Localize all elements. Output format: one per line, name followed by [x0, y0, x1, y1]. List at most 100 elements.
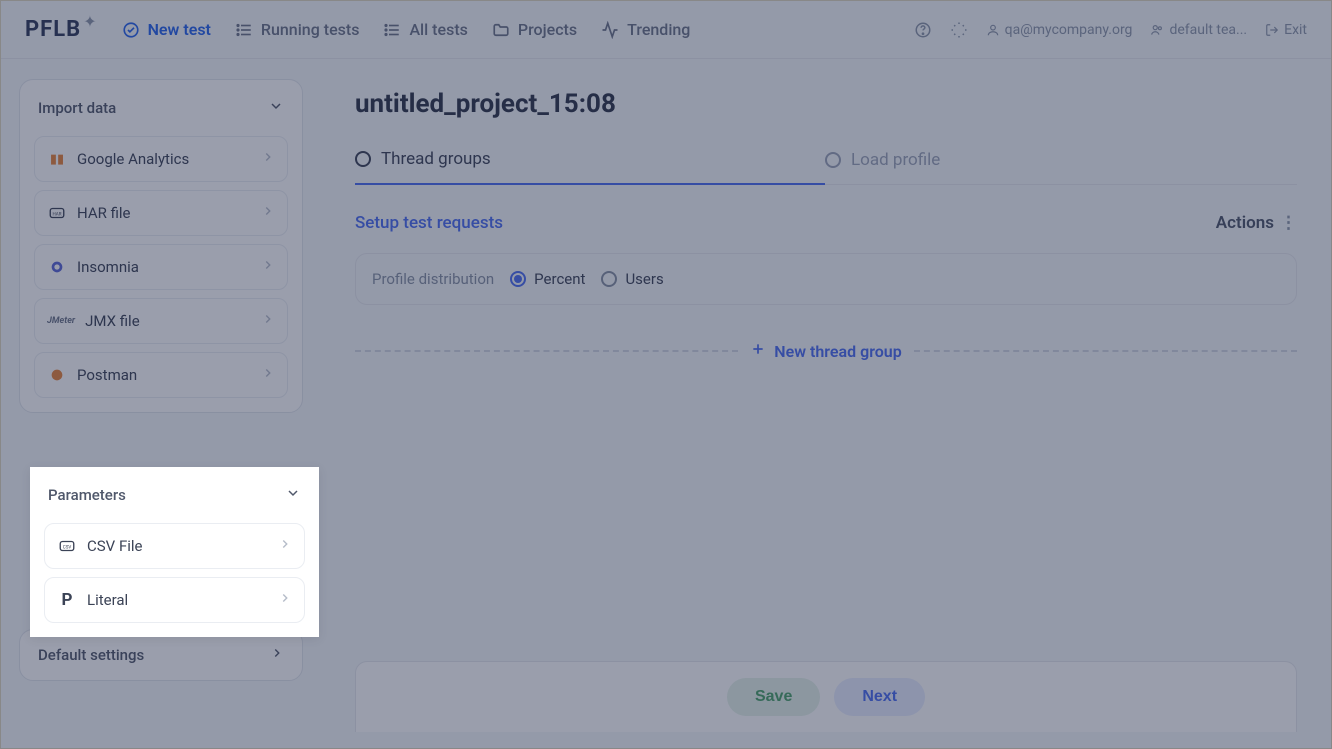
chevron-right-icon [261, 150, 275, 168]
radio-selected-icon [510, 271, 526, 287]
list-icon [383, 21, 401, 39]
chevron-right-icon [261, 258, 275, 276]
divider-line [355, 350, 738, 352]
tabs: Thread groups Load profile [355, 149, 1297, 185]
import-har-file[interactable]: HAR HAR file [34, 190, 288, 236]
parameters-panel: Parameters CSV CSV File P Literal [30, 467, 319, 637]
tab-label: Load profile [851, 150, 940, 170]
svg-text:HAR: HAR [53, 211, 62, 217]
parameters-header[interactable]: Parameters [44, 481, 305, 515]
nav-running-tests[interactable]: Running tests [235, 20, 360, 39]
dist-percent-label: Percent [534, 270, 585, 288]
item-label: Insomnia [77, 258, 139, 276]
parameters-title: Parameters [48, 486, 126, 504]
dist-users-label: Users [625, 270, 663, 288]
postman-icon [47, 365, 67, 385]
nav-label: New test [148, 20, 211, 39]
literal-icon: P [57, 590, 77, 610]
csv-icon: CSV [57, 536, 77, 556]
chevron-right-icon [261, 312, 275, 330]
nav-trending[interactable]: Trending [601, 20, 690, 39]
user-email[interactable]: qa@mycompany.org [986, 22, 1133, 38]
top-navigation: PFLB ✦ New test Running tests All tests … [1, 1, 1331, 59]
item-label: HAR file [77, 204, 131, 222]
import-jmx-file[interactable]: JMeter JMX file [34, 298, 288, 344]
new-thread-group-row: New thread group [355, 341, 1297, 361]
item-label: Literal [87, 591, 128, 609]
jmeter-icon: JMeter [47, 311, 75, 331]
import-postman[interactable]: Postman [34, 352, 288, 398]
folder-icon [492, 21, 510, 39]
bottom-action-bar: Save Next [355, 661, 1297, 732]
new-thread-group-label: New thread group [774, 342, 901, 361]
import-google-analytics[interactable]: ▮▮ Google Analytics [34, 136, 288, 182]
tips-button[interactable] [950, 21, 968, 39]
team-selector[interactable]: default tea... [1150, 22, 1247, 38]
tab-thread-groups[interactable]: Thread groups [355, 149, 825, 185]
import-data-title: Import data [38, 99, 116, 117]
item-label: JMX file [85, 312, 140, 330]
param-csv-file[interactable]: CSV CSV File [44, 523, 305, 569]
dist-percent-option[interactable]: Percent [510, 270, 585, 288]
help-button[interactable] [914, 21, 932, 39]
import-data-panel: Import data ▮▮ Google Analytics HAR HAR … [19, 79, 303, 413]
sidebar: Import data ▮▮ Google Analytics HAR HAR … [1, 59, 321, 748]
item-label: Postman [77, 366, 137, 384]
user-email-text: qa@mycompany.org [1005, 22, 1133, 38]
chevron-down-icon [285, 485, 301, 505]
actions-text: Actions [1216, 213, 1274, 233]
radio-icon [825, 152, 841, 168]
topbar-right: qa@mycompany.org default tea... Exit [914, 21, 1307, 39]
profile-distribution-row: Profile distribution Percent Users [355, 253, 1297, 305]
logo-plus-icon: ✦ [83, 12, 97, 31]
nav-all-tests[interactable]: All tests [383, 20, 467, 39]
save-button[interactable]: Save [727, 678, 820, 716]
tab-load-profile[interactable]: Load profile [825, 149, 1295, 184]
chevron-right-icon [261, 366, 275, 384]
actions-menu[interactable]: Actions ⋮ [1216, 213, 1297, 233]
tab-label: Thread groups [381, 149, 491, 169]
radio-icon [601, 271, 617, 287]
param-literal[interactable]: P Literal [44, 577, 305, 623]
item-label: CSV File [87, 537, 142, 555]
nav-label: Projects [518, 20, 577, 39]
team-text: default tea... [1169, 22, 1247, 38]
chevron-right-icon [261, 204, 275, 222]
new-thread-group-button[interactable]: New thread group [750, 341, 901, 361]
brand-text: PFLB [25, 17, 81, 42]
divider-line [914, 350, 1297, 352]
insomnia-icon [47, 257, 67, 277]
list-icon [235, 21, 253, 39]
setup-requests-title: Setup test requests [355, 213, 503, 233]
project-title: untitled_project_15:08 [355, 89, 1297, 119]
nav-label: Running tests [261, 20, 360, 39]
activity-icon [601, 21, 619, 39]
radio-icon [355, 151, 371, 167]
nav-projects[interactable]: Projects [492, 20, 577, 39]
chevron-right-icon [270, 646, 284, 664]
main-content: untitled_project_15:08 Thread groups Loa… [321, 59, 1331, 748]
google-analytics-icon: ▮▮ [47, 149, 67, 169]
svg-text:CSV: CSV [63, 544, 72, 550]
check-circle-icon [122, 21, 140, 39]
har-icon: HAR [47, 203, 67, 223]
nav-label: Trending [627, 20, 690, 39]
exit-text: Exit [1284, 22, 1307, 38]
chevron-down-icon [268, 98, 284, 118]
chevron-right-icon [278, 537, 292, 555]
brand-logo: PFLB ✦ [25, 17, 98, 42]
item-label: Google Analytics [77, 150, 189, 168]
dist-users-option[interactable]: Users [601, 270, 663, 288]
import-data-header[interactable]: Import data [34, 94, 288, 128]
nav-label: All tests [409, 20, 467, 39]
nav-new-test[interactable]: New test [122, 20, 211, 39]
plus-icon [750, 341, 766, 361]
chevron-right-icon [278, 591, 292, 609]
default-settings-label: Default settings [38, 646, 144, 664]
next-button[interactable]: Next [834, 678, 925, 716]
import-insomnia[interactable]: Insomnia [34, 244, 288, 290]
exit-button[interactable]: Exit [1265, 22, 1307, 38]
section-header: Setup test requests Actions ⋮ [355, 213, 1297, 233]
more-icon: ⋮ [1280, 213, 1297, 233]
dist-label: Profile distribution [372, 270, 494, 288]
